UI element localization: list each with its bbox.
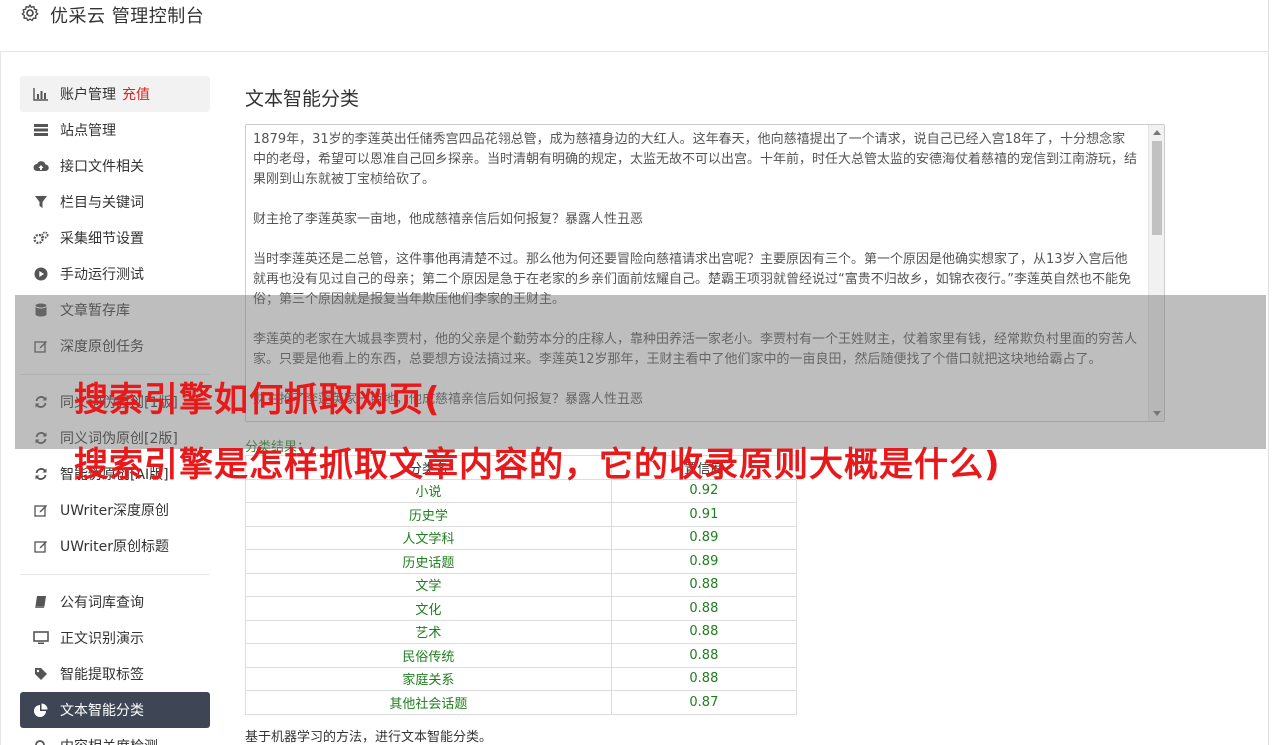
confidence-cell: 0.88: [610, 572, 798, 597]
category-cell: 历史学: [245, 502, 612, 527]
sidebar-item-label: 内容相关度检测: [60, 736, 158, 745]
table-row: 人文学科 0.89: [245, 525, 798, 550]
sidebar-item-label: 采集细节设置: [60, 231, 144, 247]
overlay-title-line-1: 搜索引擎如何抓取网页(: [74, 380, 441, 420]
app-title: 优采云 管理控制台: [50, 6, 205, 27]
table-row: 文学 0.88: [245, 572, 798, 597]
sidebar-item-collect-settings[interactable]: 采集细节设置: [20, 220, 210, 256]
tag-icon: [32, 665, 50, 683]
nav-divider: [20, 574, 210, 575]
sidebar-item-text-classification[interactable]: 文本智能分类: [20, 692, 210, 728]
sidebar-item-manual-run[interactable]: 手动运行测试: [20, 256, 210, 292]
sidebar-item-label: 公有词库查询: [60, 595, 144, 611]
sidebar-item-label: 栏目与关键词: [60, 195, 144, 211]
sidebar-item-interface-files[interactable]: 接口文件相关: [20, 148, 210, 184]
sidebar-item-account[interactable]: 账户管理 充值: [20, 76, 210, 112]
sidebar-item-label: 智能提取标签: [60, 667, 144, 683]
table-row: 历史话题 0.89: [245, 549, 798, 574]
table-row: 其他社会话题 0.87: [245, 690, 798, 715]
play-circle-icon: [32, 265, 50, 283]
monitor-icon: [32, 629, 50, 647]
sidebar-item-sites[interactable]: 站点管理: [20, 112, 210, 148]
sidebar-item-label: UWriter深度原创: [60, 503, 169, 519]
sidebar-item-relevance-check[interactable]: 内容相关度检测: [20, 728, 210, 745]
sidebar-item-label: UWriter原创标题: [60, 539, 169, 555]
gears-icon: [32, 229, 50, 247]
sidebar-item-label: 文本智能分类: [60, 703, 144, 719]
search-icon: [32, 737, 50, 745]
left-border: [0, 0, 1, 745]
sidebar-item-label: 接口文件相关: [60, 159, 144, 175]
sidebar-item-uwriter-deep[interactable]: UWriter深度原创: [20, 492, 210, 528]
category-cell: 民俗传统: [245, 643, 612, 668]
sidebar-item-body-recognition[interactable]: 正文识别演示: [20, 620, 210, 656]
right-border: [1268, 0, 1269, 745]
confidence-cell: 0.88: [610, 619, 798, 644]
category-cell: 文化: [245, 596, 612, 621]
cloud-upload-icon: [32, 157, 50, 175]
top-header: 优采云 管理控制台: [0, 0, 1268, 52]
text-paragraph: 财主抢了李莲英家一亩地，他成慈禧亲信后如何报复？暴露人性丑恶: [253, 212, 644, 227]
table-row: 家庭关系 0.88: [245, 666, 798, 691]
confidence-cell: 0.88: [610, 596, 798, 621]
overlay-title-line-2: 搜索引擎是怎样抓取文章内容的，它的收录原则大概是什么): [74, 445, 1001, 485]
pie-chart-icon: [32, 701, 50, 719]
confidence-cell: 0.88: [610, 666, 798, 691]
table-row: 历史学 0.91: [245, 502, 798, 527]
sidebar-item-uwriter-title[interactable]: UWriter原创标题: [20, 528, 210, 564]
filter-icon: [32, 193, 50, 211]
sidebar-item-public-lexicon[interactable]: 公有词库查询: [20, 584, 210, 620]
confidence-cell: 0.91: [610, 502, 798, 527]
sidebar-item-label: 正文识别演示: [60, 631, 144, 647]
category-cell: 其他社会话题: [245, 690, 612, 715]
category-cell: 艺术: [245, 619, 612, 644]
footer-note: 基于机器学习的方法，进行文本智能分类。: [245, 730, 493, 745]
sidebar-item-label: 站点管理: [60, 123, 116, 139]
scrollbar-thumb[interactable]: [1152, 141, 1162, 235]
scroll-up-arrow-icon[interactable]: [1153, 130, 1161, 135]
edit-icon: [32, 537, 50, 555]
category-cell: 家庭关系: [245, 666, 612, 691]
confidence-cell: 0.89: [610, 549, 798, 574]
confidence-cell: 0.87: [610, 690, 798, 715]
edit-icon: [32, 501, 50, 519]
text-paragraph: 1879年，31岁的李莲英出任储秀宫四品花翎总管，成为慈禧身边的大红人。这年春天…: [253, 132, 1138, 187]
confidence-cell: 0.88: [610, 643, 798, 668]
page-title: 文本智能分类: [245, 88, 360, 110]
confidence-cell: 0.89: [610, 525, 798, 550]
refresh-icon: [32, 465, 50, 483]
table-row: 艺术 0.88: [245, 619, 798, 644]
recharge-link[interactable]: 充值: [122, 84, 150, 104]
category-cell: 文学: [245, 572, 612, 597]
gear-icon[interactable]: [20, 3, 40, 23]
table-row: 文化 0.88: [245, 596, 798, 621]
classification-table: 分类名 置信度 小说 0.92 历史学 0.91 人文学科 0.89 历史话题 0.89…: [245, 455, 798, 715]
table-row: 民俗传统 0.88: [245, 643, 798, 668]
category-cell: 历史话题: [245, 549, 612, 574]
bar-chart-icon: [32, 85, 50, 103]
category-cell: 人文学科: [245, 525, 612, 550]
sidebar-item-label: 账户管理: [60, 87, 116, 103]
sidebar-item-columns-keywords[interactable]: 栏目与关键词: [20, 184, 210, 220]
sidebar-item-label: 手动运行测试: [60, 267, 144, 283]
book-icon: [32, 593, 50, 611]
server-icon: [32, 121, 50, 139]
sidebar-item-smart-tags[interactable]: 智能提取标签: [20, 656, 210, 692]
